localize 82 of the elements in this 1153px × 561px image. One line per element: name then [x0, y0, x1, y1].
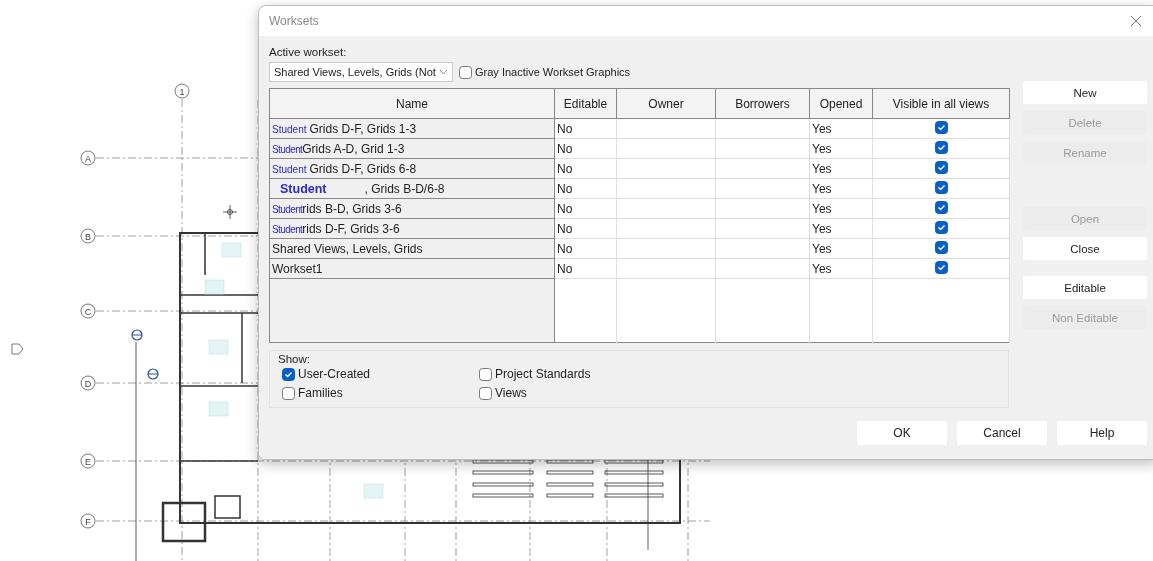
editable-value: No — [557, 261, 573, 276]
section-marker-icon — [147, 368, 159, 380]
workset-name: Workset1 — [272, 261, 323, 276]
checkbox[interactable] — [934, 160, 948, 174]
room-tag — [204, 279, 225, 295]
grid-bubble: C — [80, 303, 96, 319]
workset-name: rids D-F, Grids 3-6 — [302, 221, 400, 236]
workset-name: rids B-D, Grids 3-6 — [302, 201, 402, 216]
editable-value: No — [557, 121, 573, 136]
grid-bubble: D — [80, 375, 96, 391]
checkbox[interactable] — [282, 367, 295, 381]
checkbox-label: Views — [495, 386, 527, 400]
grid-bubble: B — [80, 228, 96, 244]
opened-value: Yes — [812, 121, 832, 136]
checkbox[interactable] — [934, 220, 948, 234]
column-header[interactable]: Visible in all views — [872, 88, 1010, 119]
opened-value: Yes — [812, 261, 832, 276]
grid-bubble: 1 — [174, 83, 190, 99]
column-header[interactable]: Owner — [616, 88, 716, 119]
opened-value: Yes — [812, 201, 832, 216]
editable-value: No — [557, 141, 573, 156]
checkbox[interactable] — [479, 367, 492, 381]
room-tag — [208, 339, 229, 355]
room-tag — [208, 401, 229, 417]
checkbox-label: Gray Inactive Workset Graphics — [475, 66, 631, 78]
opened-value: Yes — [812, 141, 832, 156]
checkbox[interactable] — [479, 386, 492, 400]
opened-value: Yes — [812, 241, 832, 256]
checkbox[interactable] — [934, 240, 948, 254]
workset-name: Grids D-F, Grids 1-3 — [309, 121, 417, 136]
workset-name: Grids A-D, Grid 1-3 — [302, 141, 405, 156]
checkbox[interactable] — [934, 120, 948, 134]
checkbox[interactable] — [282, 386, 295, 400]
user-tag: Student — [272, 203, 303, 215]
checkbox[interactable] — [934, 260, 948, 274]
move-icon — [222, 204, 238, 220]
editable-value: No — [557, 161, 573, 176]
close-icon[interactable] — [1130, 15, 1142, 27]
column-header[interactable]: Editable — [554, 88, 617, 119]
checkbox[interactable] — [934, 200, 948, 214]
workset-name: , Grids B-D/6-8 — [364, 181, 445, 196]
column-header[interactable]: Borrowers — [715, 88, 810, 119]
dialog-title: Worksets — [269, 14, 319, 28]
user-tag: Student — [280, 181, 327, 196]
side-button[interactable]: Editable — [1023, 276, 1147, 299]
checkbox-label: User-Created — [298, 367, 371, 381]
user-tag: Student — [272, 143, 303, 155]
dialog-button[interactable]: OK — [857, 421, 947, 445]
checkbox[interactable] — [934, 140, 948, 154]
checkbox-label: Project Standards — [495, 367, 591, 381]
checkbox-label: Families — [298, 386, 343, 400]
active-workset-label: Active workset: — [269, 46, 348, 58]
workset-name: Shared Views, Levels, Grids — [272, 241, 423, 256]
room-tag — [221, 242, 242, 258]
user-tag: Student — [272, 123, 307, 135]
opened-value: Yes — [812, 181, 832, 196]
user-tag: Student — [272, 223, 303, 235]
view-tag-icon — [11, 343, 24, 355]
section-marker-icon — [131, 329, 143, 341]
dialog-button[interactable]: Cancel — [957, 421, 1047, 445]
dialog-button[interactable]: Help — [1057, 421, 1147, 445]
checkbox[interactable] — [459, 65, 472, 79]
editable-value: No — [557, 221, 573, 236]
opened-value: Yes — [812, 161, 832, 176]
room-tag — [363, 483, 384, 499]
grid-bubble: A — [80, 150, 96, 166]
grid-bubble: E — [80, 453, 96, 469]
side-button[interactable]: New — [1023, 81, 1147, 104]
active-workset-dropdown[interactable]: Shared Views, Levels, Grids (Not — [269, 62, 453, 82]
checkbox[interactable] — [934, 180, 948, 194]
side-button[interactable]: Close — [1023, 237, 1147, 260]
show-label: Show: — [278, 353, 311, 365]
editable-value: No — [557, 181, 573, 196]
caret-icon — [439, 69, 448, 75]
grid-bubble: F — [80, 513, 96, 529]
user-tag: Student — [272, 163, 307, 175]
column-header[interactable]: Opened — [809, 88, 873, 119]
opened-value: Yes — [812, 221, 832, 236]
column-header[interactable]: Name — [269, 88, 555, 119]
workset-name: Grids D-F, Grids 6-8 — [309, 161, 417, 176]
editable-value: No — [557, 241, 573, 256]
editable-value: No — [557, 201, 573, 216]
